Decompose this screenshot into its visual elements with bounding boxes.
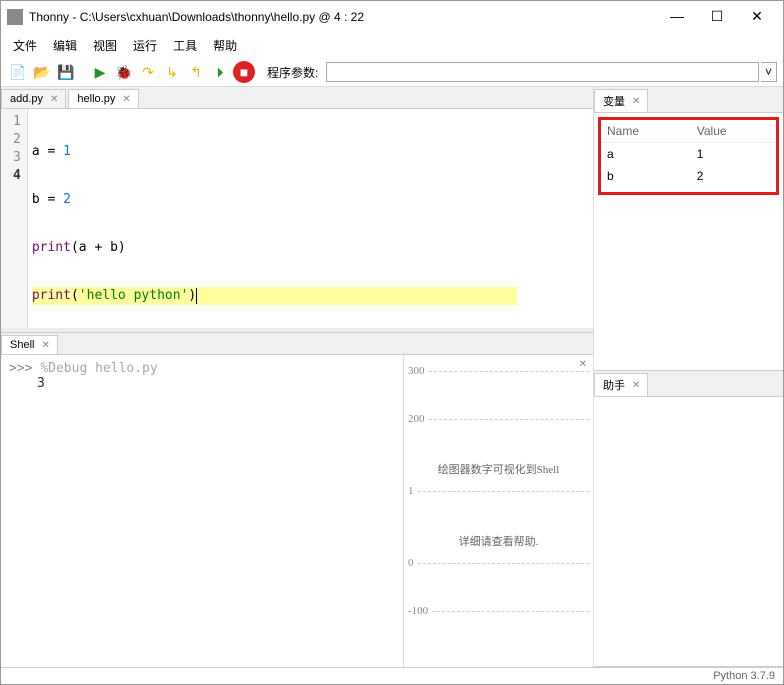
menu-help[interactable]: 帮助 xyxy=(205,35,245,56)
step-out-icon[interactable]: ↰ xyxy=(185,61,207,83)
tab-assistant[interactable]: 助手 ✕ xyxy=(594,373,648,396)
program-args-dropdown[interactable]: ˅ xyxy=(761,62,777,82)
resume-icon[interactable]: ⏵ xyxy=(209,61,231,83)
menu-run[interactable]: 运行 xyxy=(125,35,165,56)
close-icon[interactable]: ✕ xyxy=(38,340,52,351)
menu-tools[interactable]: 工具 xyxy=(165,35,205,56)
new-file-icon[interactable]: 📄 xyxy=(7,61,29,83)
tab-label: 助手 xyxy=(603,377,625,393)
shell-result: 3 xyxy=(9,376,395,391)
menu-view[interactable]: 视图 xyxy=(85,35,125,56)
plotter-message: 绘图器数字可视化到Shell xyxy=(408,461,589,477)
code-content[interactable]: a = 1 b = 2 print(a + b) print('hello py… xyxy=(28,109,593,328)
col-name[interactable]: Name xyxy=(601,120,691,143)
table-row[interactable]: a 1 xyxy=(601,143,776,166)
step-over-icon[interactable]: ↷ xyxy=(137,61,159,83)
tab-label: 变量 xyxy=(603,93,625,109)
title-bar: Thonny - C:\Users\cxhuan\Downloads\thonn… xyxy=(1,1,783,33)
line-gutter: 1 2 3 4 xyxy=(1,109,28,328)
run-icon[interactable]: ▶ xyxy=(89,61,111,83)
tab-hello-py[interactable]: hello.py ✕ xyxy=(68,89,138,108)
tab-shell[interactable]: Shell ✕ xyxy=(1,335,58,354)
param-label: 程序参数: xyxy=(267,64,318,81)
menu-bar: 文件 编辑 视图 运行 工具 帮助 xyxy=(1,33,783,58)
variables-highlight-box: Name Value a 1 b 2 xyxy=(598,117,779,195)
close-icon[interactable]: ✕ xyxy=(579,359,587,370)
menu-edit[interactable]: 编辑 xyxy=(45,35,85,56)
program-args-input[interactable] xyxy=(326,62,759,82)
text-cursor xyxy=(196,288,197,304)
menu-file[interactable]: 文件 xyxy=(5,35,45,56)
plotter-help: 详细请查看帮助. xyxy=(408,533,589,549)
app-icon xyxy=(7,9,23,25)
variables-tab-bar: 变量 ✕ xyxy=(594,87,783,113)
maximize-button[interactable] xyxy=(697,5,737,29)
editor-tab-bar: add.py ✕ hello.py ✕ xyxy=(1,87,593,109)
close-icon[interactable]: ✕ xyxy=(119,94,133,105)
close-icon[interactable]: ✕ xyxy=(629,96,643,107)
separator xyxy=(79,61,87,83)
tab-label: hello.py xyxy=(77,93,115,105)
table-row[interactable]: b 2 xyxy=(601,165,776,187)
stop-icon[interactable]: ■ xyxy=(233,61,255,83)
tab-label: add.py xyxy=(10,93,43,105)
window-title: Thonny - C:\Users\cxhuan\Downloads\thonn… xyxy=(29,10,364,24)
shell-output[interactable]: >>> %Debug hello.py 3 xyxy=(1,355,403,667)
tab-variables[interactable]: 变量 ✕ xyxy=(594,89,648,112)
close-button[interactable] xyxy=(737,5,777,29)
col-value[interactable]: Value xyxy=(691,120,776,143)
plotter-panel: ✕ 300 200 绘图器数字可视化到Shell 1 详细请查看帮助. 0 -1… xyxy=(403,355,593,667)
assistant-tab-bar: 助手 ✕ xyxy=(594,371,783,397)
shell-tab-bar: Shell ✕ xyxy=(1,333,593,355)
python-version: Python 3.7.9 xyxy=(713,670,775,682)
close-icon[interactable]: ✕ xyxy=(629,380,643,391)
tab-add-py[interactable]: add.py ✕ xyxy=(1,89,66,108)
close-icon[interactable]: ✕ xyxy=(47,94,61,105)
status-bar: Python 3.7.9 xyxy=(1,667,783,684)
variables-table: Name Value a 1 b 2 xyxy=(601,120,776,187)
toolbar: 📄 📂 💾 ▶ 🐞 ↷ ↳ ↰ ⏵ ■ 程序参数: ˅ xyxy=(1,58,783,87)
save-file-icon[interactable]: 💾 xyxy=(55,61,77,83)
minimize-button[interactable] xyxy=(657,5,697,29)
open-file-icon[interactable]: 📂 xyxy=(31,61,53,83)
assistant-body xyxy=(594,397,783,666)
step-into-icon[interactable]: ↳ xyxy=(161,61,183,83)
tab-label: Shell xyxy=(10,339,34,351)
code-editor[interactable]: 1 2 3 4 a = 1 b = 2 print(a + b) print('… xyxy=(1,109,593,328)
debug-icon[interactable]: 🐞 xyxy=(113,61,135,83)
